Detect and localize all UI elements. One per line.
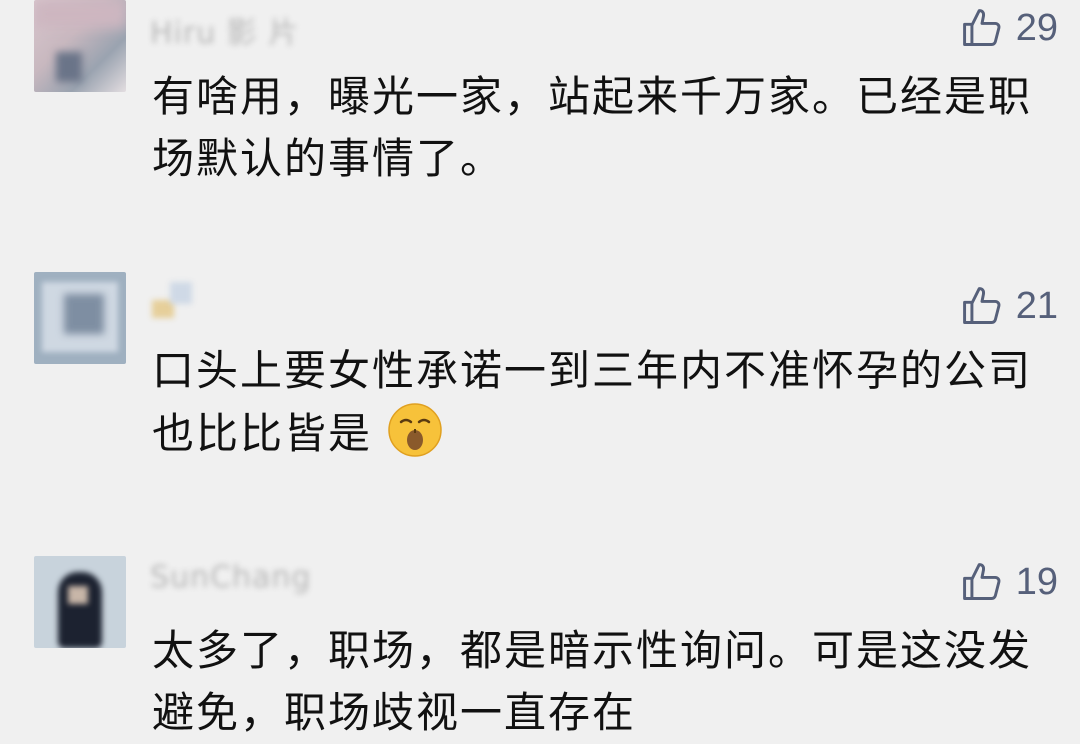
avatar[interactable] bbox=[34, 272, 126, 364]
like-button[interactable]: 21 bbox=[960, 284, 1058, 328]
username[interactable]: SunChang bbox=[150, 560, 311, 600]
avatar[interactable] bbox=[34, 0, 126, 92]
comment-text: 口头上要女性承诺一到三年内不准怀孕的公司也比比皆是 bbox=[152, 340, 1032, 465]
thumbs-up-icon bbox=[962, 287, 1001, 324]
like-count: 29 bbox=[1015, 6, 1058, 49]
thumbs-up-icon bbox=[962, 563, 1001, 600]
sleepy-face-emoji-icon bbox=[388, 403, 443, 457]
like-count: 21 bbox=[1015, 284, 1058, 327]
username[interactable]: Hiru 影 片 bbox=[150, 8, 299, 51]
thumbs-up-icon bbox=[962, 9, 1001, 46]
avatar[interactable] bbox=[34, 556, 126, 648]
comment-text: 有啥用，曝光一家，站起来千万家。已经是职场默认的事情了。 bbox=[152, 72, 1033, 183]
comment-text-content: 口头上要女性承诺一到三年内不准怀孕的公司也比比皆是 bbox=[152, 346, 1033, 458]
like-count: 19 bbox=[1015, 560, 1058, 603]
username-blurred-icon bbox=[150, 278, 200, 318]
comment-text: 太多了，职场，都是暗示性询问。可是这没发避免，职场歧视一直存在 bbox=[152, 626, 1033, 737]
like-button[interactable]: 29 bbox=[960, 6, 1058, 50]
like-button[interactable]: 19 bbox=[960, 560, 1058, 604]
